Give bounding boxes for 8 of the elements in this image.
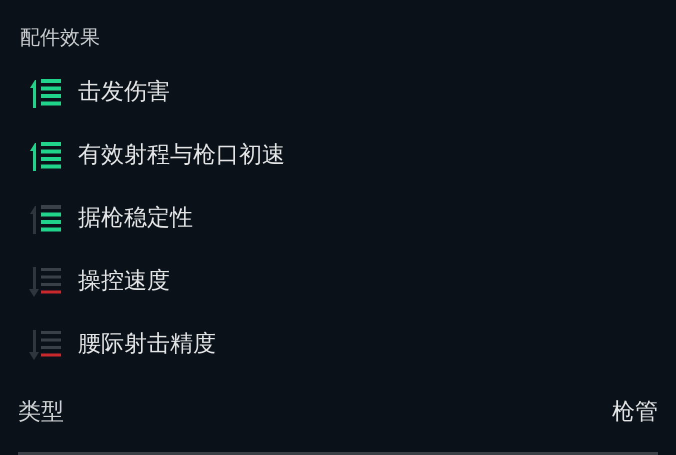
- type-label: 类型: [18, 398, 64, 427]
- effect-label: 据枪稳定性: [78, 204, 193, 234]
- effect-label: 有效射程与枪口初速: [78, 141, 285, 170]
- type-value: 枪管: [612, 398, 658, 427]
- effect-label: 击发伤害: [78, 78, 170, 108]
- effect-label: 腰际射击精度: [78, 330, 216, 360]
- effect-label: 操控速度: [78, 267, 170, 296]
- section-title: 配件效果: [20, 25, 100, 49]
